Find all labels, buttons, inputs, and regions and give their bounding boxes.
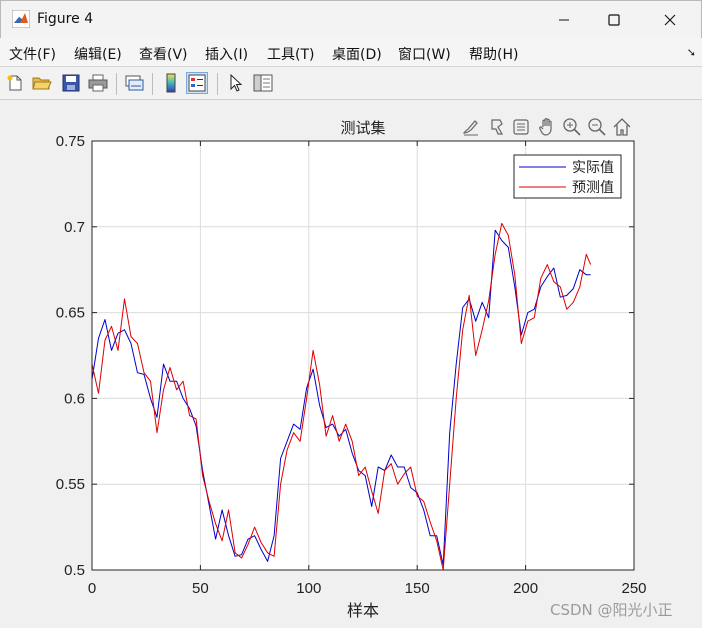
menu-insert[interactable]: 插入(I) [205, 44, 248, 64]
home-icon [613, 118, 631, 136]
minimize-icon [559, 19, 569, 21]
brush-button[interactable] [460, 116, 482, 138]
figure-toolbar [0, 66, 702, 100]
insert-legend-button[interactable] [186, 72, 208, 94]
close-button[interactable] [647, 1, 693, 39]
zoom-out-button[interactable] [586, 116, 608, 138]
zoom-out-icon [588, 118, 606, 136]
window-titlebar: Figure 4 [0, 0, 702, 38]
restore-view-button[interactable] [510, 116, 532, 138]
legend-icon [188, 74, 206, 92]
watermark: CSDN @阳光小正 [550, 601, 673, 619]
toolbar-separator [217, 73, 218, 95]
save-icon [62, 74, 80, 92]
dock-arrow-icon[interactable]: ➘ [687, 46, 696, 59]
matlab-logo-icon [12, 10, 30, 28]
zoom-in-icon [563, 118, 581, 136]
close-icon [664, 14, 676, 26]
maximize-icon [608, 14, 620, 26]
new-figure-button[interactable] [4, 72, 26, 94]
maximize-button[interactable] [591, 1, 637, 39]
menu-help[interactable]: 帮助(H) [469, 44, 518, 64]
panel-icon [253, 74, 273, 92]
zoom-in-button[interactable] [561, 116, 583, 138]
pan-hand-icon [539, 118, 552, 136]
save-button[interactable] [60, 72, 82, 94]
data-tips-icon [491, 119, 504, 135]
edit-plot-button[interactable] [225, 72, 247, 94]
minimize-button[interactable] [541, 1, 587, 39]
axes-toolbar [460, 116, 636, 138]
menu-desktop[interactable]: 桌面(D) [332, 44, 382, 64]
link-plot-button[interactable] [123, 72, 145, 94]
insert-colorbar-button[interactable] [160, 72, 182, 94]
brush-icon [462, 120, 478, 136]
data-tips-button[interactable] [486, 116, 508, 138]
toolbar-separator [116, 73, 117, 95]
property-inspector-button[interactable] [252, 72, 274, 94]
window-title: Figure 4 [37, 11, 94, 27]
menu-tools[interactable]: 工具(T) [267, 44, 314, 64]
figure-canvas [0, 101, 702, 628]
menu-window[interactable]: 窗口(W) [398, 44, 451, 64]
cursor-arrow-icon [230, 74, 243, 92]
pan-button[interactable] [536, 116, 558, 138]
menu-bar: 文件(F) 编辑(E) 查看(V) 插入(I) 工具(T) 桌面(D) 窗口(W… [0, 38, 702, 66]
link-plot-icon [125, 75, 144, 91]
open-file-button[interactable] [31, 72, 53, 94]
restore-view-icon [513, 119, 529, 135]
menu-view[interactable]: 查看(V) [139, 44, 188, 64]
print-button[interactable] [87, 72, 109, 94]
new-file-icon [7, 75, 22, 91]
menu-file[interactable]: 文件(F) [9, 44, 56, 64]
home-button[interactable] [611, 116, 633, 138]
folder-open-icon [32, 77, 52, 90]
menu-edit[interactable]: 编辑(E) [74, 44, 122, 64]
toolbar-separator [152, 73, 153, 95]
colorbar-icon [166, 73, 176, 93]
printer-icon [88, 74, 108, 92]
